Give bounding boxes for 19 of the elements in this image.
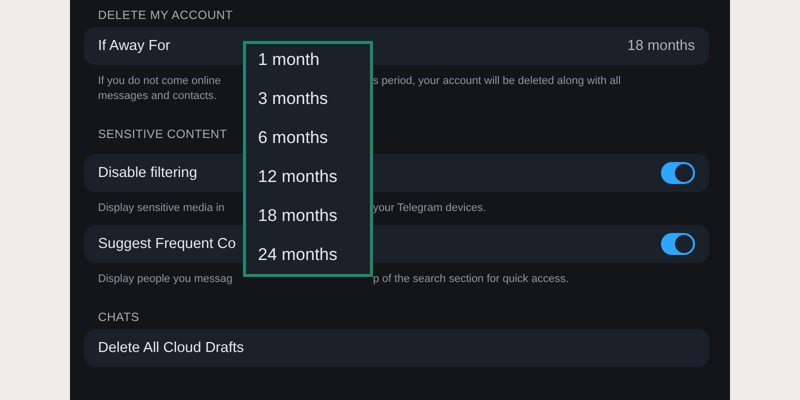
note-text: messages and contacts. — [98, 90, 217, 104]
section-header: SENSITIVE CONTENT — [98, 127, 228, 143]
section-header: DELETE MY ACCOUNT — [98, 8, 233, 24]
row-label: Disable filtering — [98, 165, 198, 181]
settings-row[interactable]: Delete All Cloud Drafts — [84, 329, 709, 367]
note-text: If you do not come online — [98, 75, 221, 89]
note-text: your Telegram devices. — [373, 202, 486, 216]
note-text: s period, your account will be deleted along with all — [373, 75, 621, 89]
row-value: 18 months — [627, 38, 695, 54]
row-label: If Away For — [98, 38, 170, 54]
note-text: Display people you messag — [98, 273, 233, 287]
toggle-switch[interactable] — [661, 162, 695, 184]
section-header: CHATS — [98, 310, 140, 326]
menu-option[interactable]: 3 months — [246, 84, 370, 123]
note-text: Display sensitive media in — [98, 202, 225, 216]
toggle-switch[interactable] — [661, 233, 695, 255]
note-text: p of the search section for quick access. — [373, 273, 569, 287]
row-label: Suggest Frequent Co — [98, 236, 236, 252]
row-label: Delete All Cloud Drafts — [98, 340, 244, 356]
